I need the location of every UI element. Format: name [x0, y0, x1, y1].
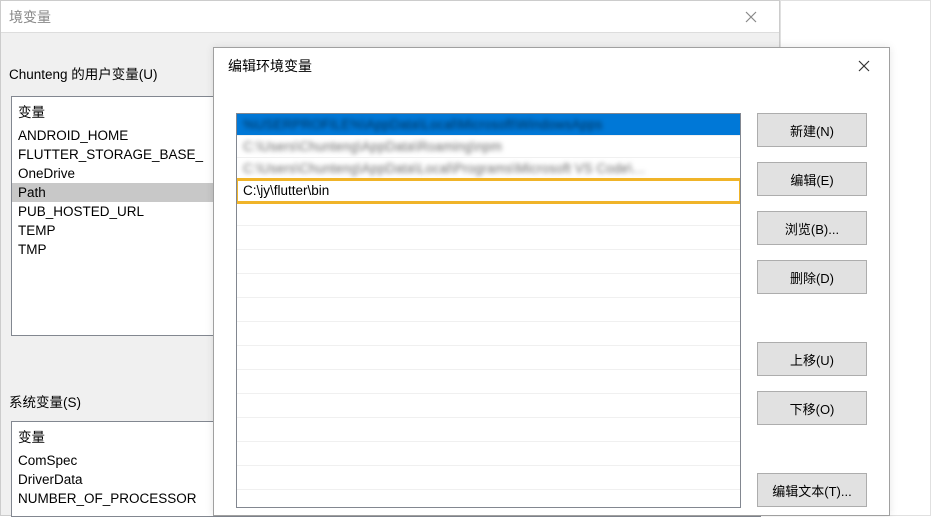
delete-button[interactable]: 删除(D)	[757, 260, 867, 294]
path-item[interactable]: C:\jy\flutter\bin	[237, 180, 740, 202]
move-up-button[interactable]: 上移(U)	[757, 342, 867, 376]
edit-dialog-body: %USERPROFILE%\AppData\Local\Microsoft\Wi…	[214, 83, 889, 508]
path-empty-row[interactable]	[237, 466, 740, 490]
path-empty-row[interactable]	[237, 250, 740, 274]
close-icon	[858, 60, 870, 72]
browse-button[interactable]: 浏览(B)...	[757, 211, 867, 245]
close-button[interactable]	[843, 52, 885, 80]
new-button[interactable]: 新建(N)	[757, 113, 867, 147]
edit-dialog-title: 编辑环境变量	[228, 56, 312, 76]
path-empty-row[interactable]	[237, 370, 740, 394]
button-column: 新建(N) 编辑(E) 浏览(B)... 删除(D) 上移(U) 下移(O) 编…	[757, 113, 867, 508]
env-vars-titlebar: 境变量	[1, 1, 779, 33]
path-item[interactable]: %USERPROFILE%\AppData\Local\Microsoft\Wi…	[237, 114, 740, 136]
path-empty-row[interactable]	[237, 226, 740, 250]
path-empty-row[interactable]	[237, 322, 740, 346]
path-item[interactable]: C:\Users\Chunteng\AppData\Local\Programs…	[237, 158, 740, 180]
path-empty-row[interactable]	[237, 298, 740, 322]
button-gap	[757, 309, 867, 327]
path-empty-row[interactable]	[237, 442, 740, 466]
close-icon	[745, 11, 757, 23]
path-empty-row[interactable]	[237, 418, 740, 442]
path-empty-row[interactable]	[237, 346, 740, 370]
path-item[interactable]: C:\Users\Chunteng\AppData\Roaming\npm	[237, 136, 740, 158]
move-down-button[interactable]: 下移(O)	[757, 391, 867, 425]
button-gap	[757, 440, 867, 458]
path-empty-row[interactable]	[237, 274, 740, 298]
close-button[interactable]	[731, 3, 771, 31]
path-listbox[interactable]: %USERPROFILE%\AppData\Local\Microsoft\Wi…	[236, 113, 741, 508]
path-empty-row[interactable]	[237, 202, 740, 226]
user-vars-label: Chunteng 的用户变量(U)	[9, 63, 158, 83]
edit-text-button[interactable]: 编辑文本(T)...	[757, 473, 867, 507]
edit-button[interactable]: 编辑(E)	[757, 162, 867, 196]
env-vars-title: 境变量	[9, 7, 51, 27]
sys-vars-label: 系统变量(S)	[9, 391, 81, 411]
edit-dialog-titlebar: 编辑环境变量	[214, 48, 889, 83]
edit-env-var-dialog: 编辑环境变量 %USERPROFILE%\AppData\Local\Micro…	[213, 47, 890, 516]
path-empty-row[interactable]	[237, 394, 740, 418]
